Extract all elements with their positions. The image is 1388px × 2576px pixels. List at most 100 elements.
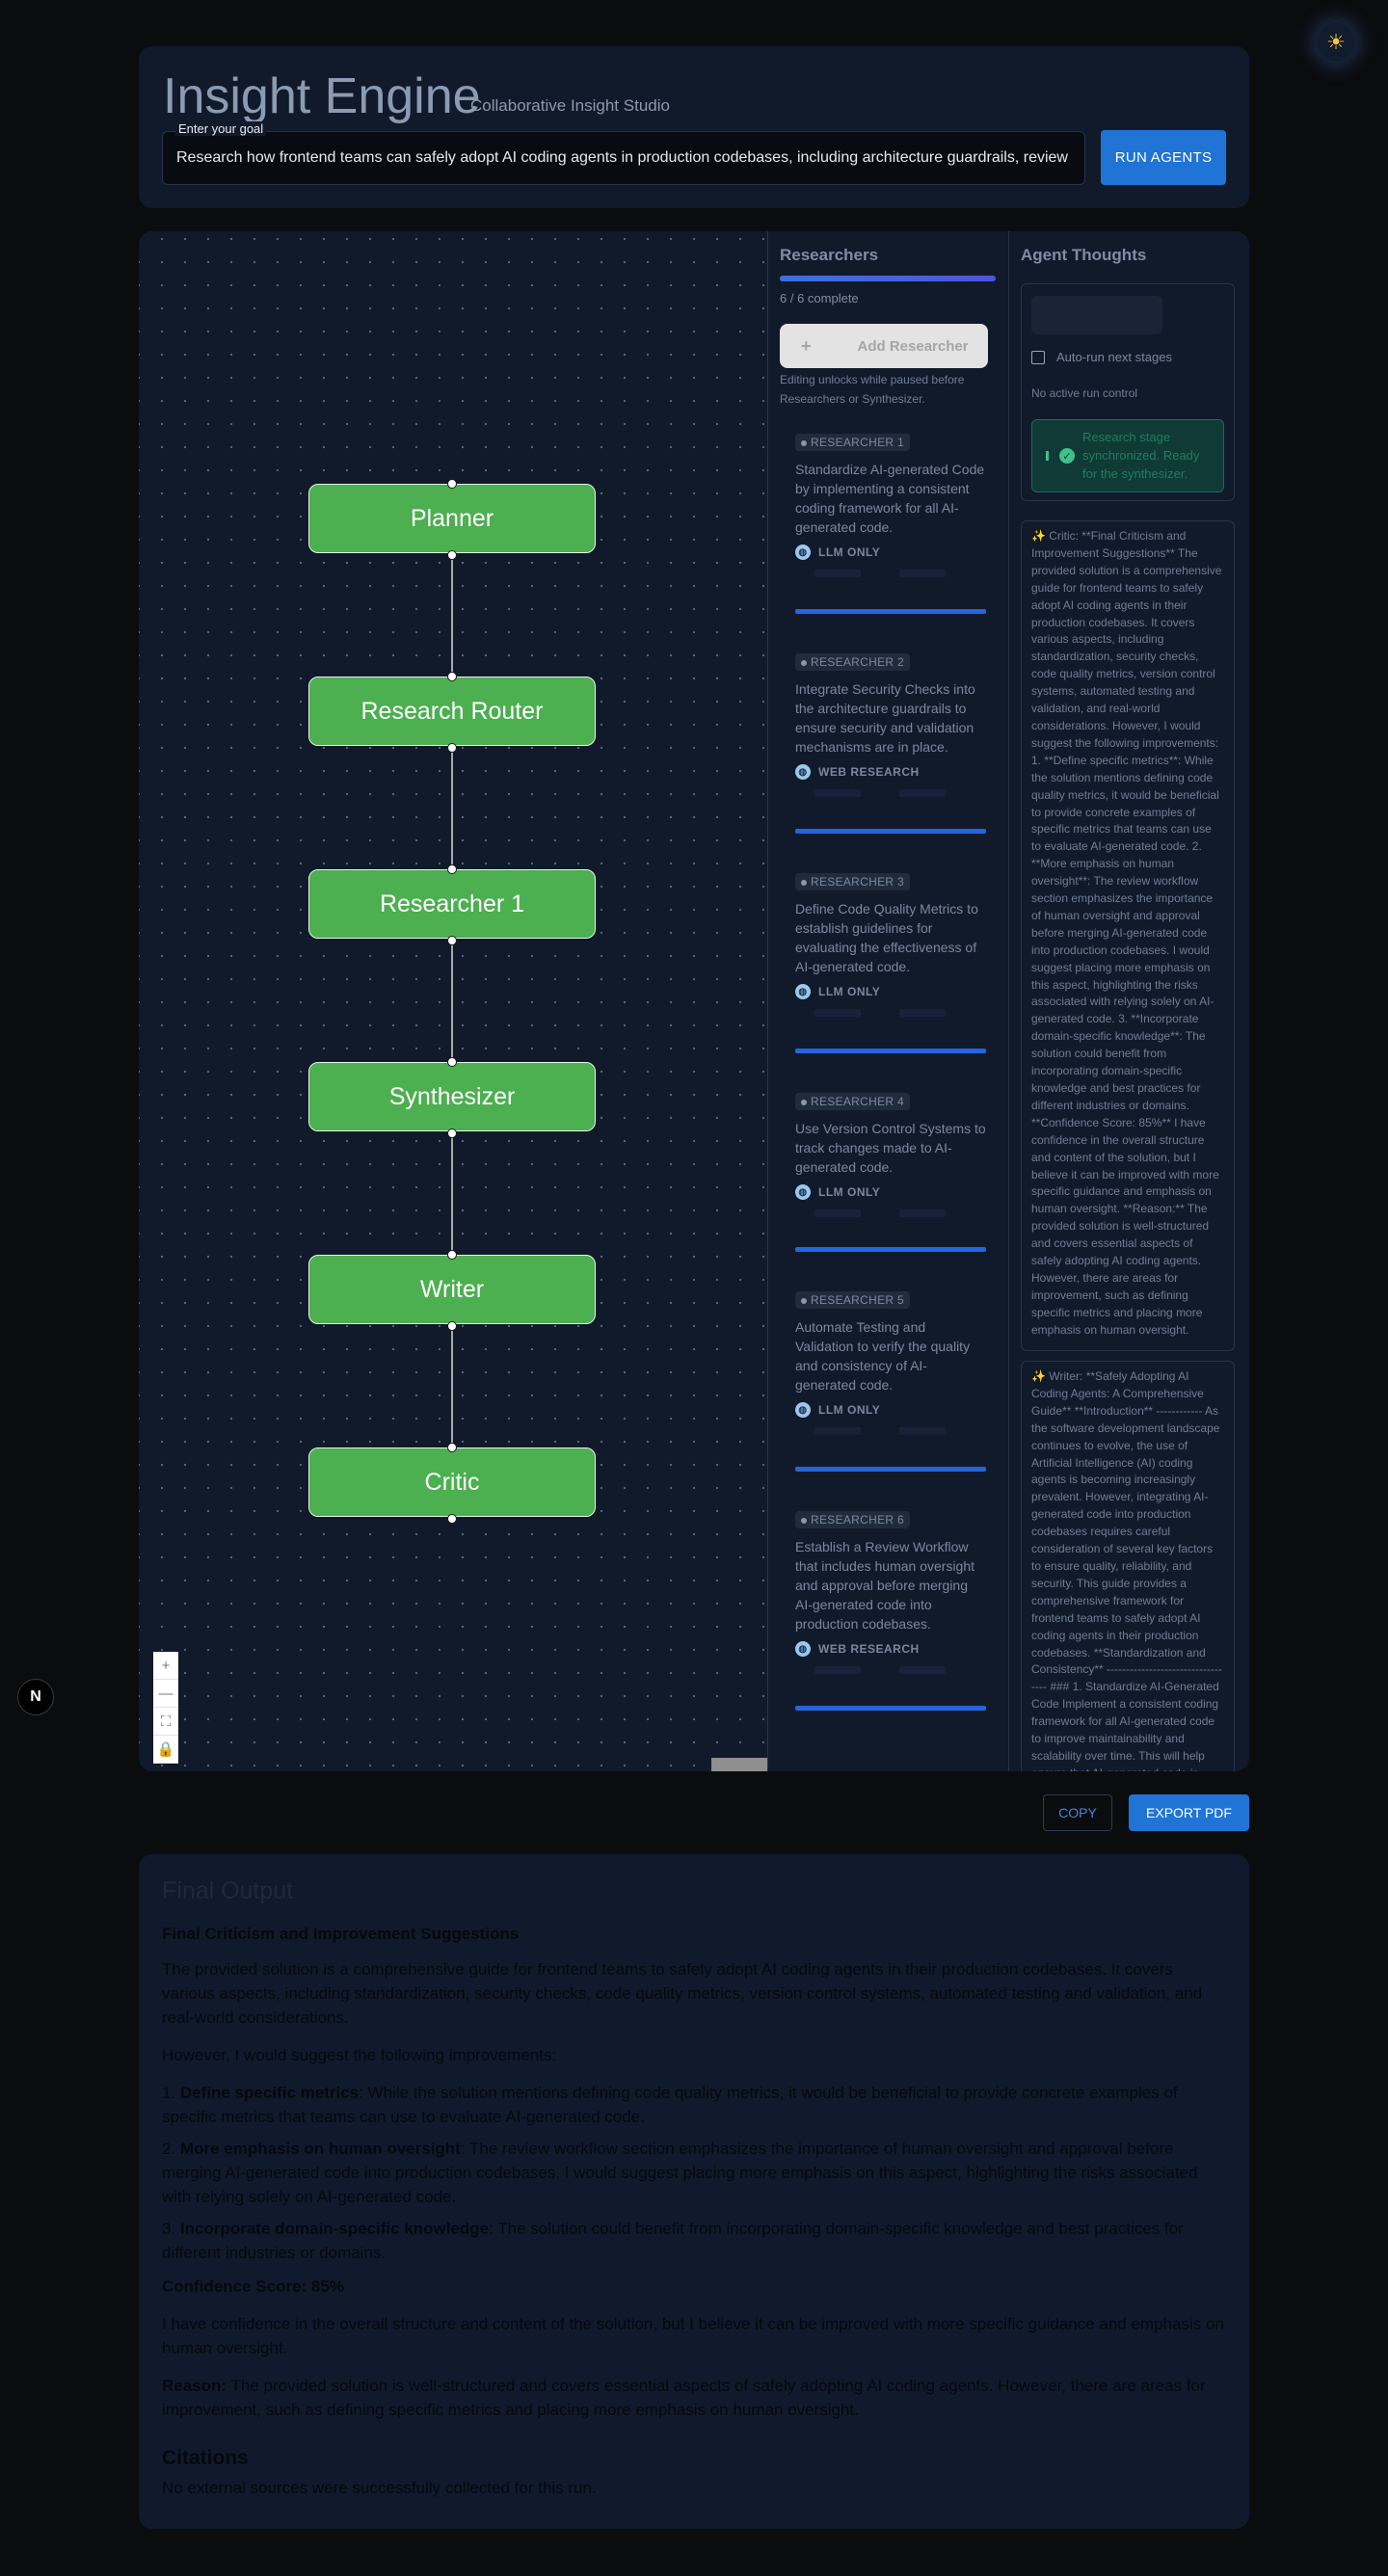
- globe-icon: ◍: [795, 984, 811, 999]
- app-subtitle: Collaborative Insight Studio: [470, 96, 670, 115]
- node-planner[interactable]: Planner: [308, 484, 596, 553]
- researcher-progress-bar: [795, 609, 986, 614]
- check-circle-icon: ✓: [1059, 448, 1075, 464]
- researcher-card[interactable]: RESEARCHER 1 Standardize AI-generated Co…: [795, 434, 986, 614]
- fit-view-icon[interactable]: ⛶: [153, 1708, 178, 1736]
- zoom-out-icon[interactable]: —: [153, 1680, 178, 1708]
- add-researcher-button[interactable]: + Add Researcher: [780, 324, 988, 368]
- list-item: Define specific metrics: While the solut…: [162, 2081, 1226, 2129]
- researcher-mode: ◍ LLM ONLY: [795, 984, 986, 999]
- node-handle-bottom[interactable]: [447, 1129, 457, 1138]
- node-researcher-1[interactable]: Researcher 1: [308, 869, 596, 939]
- flow-edges: [451, 555, 453, 1447]
- globe-icon: ◍: [795, 1641, 811, 1657]
- plus-icon: +: [801, 335, 812, 356]
- researcher-progress-bar: [795, 829, 986, 834]
- sync-message: Research stage synchronized. Ready for t…: [1082, 430, 1200, 481]
- export-pdf-button[interactable]: EXPORT PDF: [1129, 1794, 1249, 1831]
- run-control-placeholder: [1031, 296, 1162, 334]
- researcher-card[interactable]: RESEARCHER 3 Define Code Quality Metrics…: [795, 873, 986, 1053]
- researcher-task: Standardize AI-generated Code by impleme…: [795, 462, 985, 535]
- node-handle-top[interactable]: [447, 1250, 457, 1260]
- researcher-badge: RESEARCHER 5: [795, 1291, 910, 1309]
- researcher-card[interactable]: RESEARCHER 4 Use Version Control Systems…: [795, 1093, 986, 1252]
- header-panel: Insight Engine Collaborative Insight Stu…: [139, 46, 1249, 208]
- sync-status: ✓ Research stage synchronized. Ready for…: [1031, 419, 1224, 492]
- researcher-card[interactable]: RESEARCHER 6 Establish a Review Workflow…: [795, 1511, 986, 1711]
- final-lead: However, I would suggest the following i…: [162, 2046, 557, 2064]
- goal-input[interactable]: [162, 131, 1085, 185]
- researcher-badge: RESEARCHER 6: [795, 1511, 910, 1528]
- edit-note: Editing unlocks while paused before Rese…: [780, 373, 965, 406]
- node-handle-top[interactable]: [447, 1057, 457, 1067]
- reason-text: Reason: The provided solution is well-st…: [162, 2377, 1206, 2419]
- researchers-progress: [780, 276, 996, 281]
- checkbox-icon[interactable]: [1031, 350, 1045, 364]
- theme-toggle-button[interactable]: ☀: [1317, 23, 1355, 62]
- researcher-mode: ◍ LLM ONLY: [795, 1184, 986, 1200]
- agent-thoughts-panel: Agent Thoughts Auto-run next stages No a…: [1008, 231, 1249, 1771]
- researchers-panel: Researchers 6 / 6 complete + Add Researc…: [767, 231, 1008, 1771]
- researcher-card[interactable]: RESEARCHER 2 Integrate Security Checks i…: [795, 653, 986, 834]
- globe-icon: ◍: [795, 1402, 811, 1418]
- researcher-task: Integrate Security Checks into the archi…: [795, 681, 975, 755]
- final-heading: Final Criticism and Improvement Suggesti…: [162, 1925, 520, 1943]
- auto-run-label: Auto-run next stages: [1056, 350, 1172, 364]
- confidence-score: Confidence Score: 85%: [162, 2277, 344, 2296]
- researcher-task: Use Version Control Systems to track cha…: [795, 1121, 986, 1175]
- researcher-mode: ◍ WEB RESEARCH: [795, 764, 986, 780]
- run-control-box: Auto-run next stages No active run contr…: [1021, 283, 1235, 501]
- final-intro: The provided solution is a comprehensive…: [162, 1960, 1203, 2027]
- node-handle-bottom[interactable]: [447, 1514, 457, 1524]
- app-title: Insight Engine: [163, 68, 481, 124]
- node-handle-bottom[interactable]: [447, 936, 457, 945]
- researcher-progress-bar: [795, 1049, 986, 1053]
- zoom-in-icon[interactable]: +: [153, 1652, 178, 1680]
- sun-icon: ☀: [1326, 30, 1346, 54]
- final-output-panel: Final Output Final Criticism and Improve…: [139, 1854, 1249, 2529]
- auto-run-toggle[interactable]: Auto-run next stages: [1031, 350, 1172, 364]
- researchers-title: Researchers: [780, 246, 879, 264]
- globe-icon: ◍: [795, 544, 811, 560]
- node-handle-top[interactable]: [447, 672, 457, 681]
- researcher-mode: ◍ WEB RESEARCH: [795, 1641, 986, 1657]
- node-handle-top[interactable]: [447, 864, 457, 874]
- n-logo-icon[interactable]: N: [17, 1679, 54, 1715]
- researcher-card[interactable]: RESEARCHER 5 Automate Testing and Valida…: [795, 1291, 986, 1472]
- lock-icon[interactable]: 🔒: [153, 1736, 178, 1764]
- researcher-badge: RESEARCHER 4: [795, 1093, 910, 1110]
- citations-text: No external sources were successfully co…: [162, 2479, 597, 2497]
- researcher-task: Automate Testing and Validation to verif…: [795, 1319, 971, 1393]
- researcher-badge: RESEARCHER 1: [795, 434, 910, 451]
- copy-button[interactable]: COPY: [1043, 1794, 1112, 1831]
- confidence-text: I have confidence in the overall structu…: [162, 2315, 1224, 2357]
- researcher-mode: ◍ LLM ONLY: [795, 544, 986, 560]
- run-agents-button[interactable]: RUN AGENTS: [1101, 130, 1226, 185]
- researcher-progress-bar: [795, 1706, 986, 1711]
- no-run-text: No active run control: [1031, 386, 1138, 400]
- flow-canvas[interactable]: Planner Research Router Researcher 1 Syn…: [139, 231, 767, 1771]
- citations-title: Citations: [162, 2447, 249, 2469]
- globe-icon: ◍: [795, 1184, 811, 1200]
- node-writer[interactable]: Writer: [308, 1255, 596, 1324]
- node-synthesizer[interactable]: Synthesizer: [308, 1062, 596, 1131]
- researcher-badge: RESEARCHER 3: [795, 873, 910, 890]
- researcher-badge: RESEARCHER 2: [795, 653, 910, 671]
- researchers-progress-text: 6 / 6 complete: [780, 291, 859, 305]
- flow-attribution[interactable]: [711, 1758, 767, 1771]
- node-handle-bottom[interactable]: [447, 1321, 457, 1331]
- thought-critic: ✨ Critic: **Final Criticism and Improvem…: [1021, 520, 1235, 1351]
- node-handle-top[interactable]: [447, 479, 457, 489]
- node-handle-bottom[interactable]: [447, 550, 457, 560]
- researcher-mode: ◍ LLM ONLY: [795, 1402, 986, 1418]
- flow-controls: + — ⛶ 🔒: [153, 1652, 178, 1764]
- node-handle-bottom[interactable]: [447, 743, 457, 753]
- node-handle-top[interactable]: [447, 1443, 457, 1452]
- thought-writer: ✨ Writer: **Safely Adopting AI Coding Ag…: [1021, 1361, 1235, 1771]
- list-item: More emphasis on human oversight: The re…: [162, 2137, 1226, 2209]
- list-item: Incorporate domain-specific knowledge: T…: [162, 2217, 1226, 2265]
- add-researcher-label: Add Researcher: [857, 337, 969, 355]
- node-critic[interactable]: Critic: [308, 1447, 596, 1517]
- workspace-panel: Planner Research Router Researcher 1 Syn…: [139, 231, 1249, 1771]
- node-research-router[interactable]: Research Router: [308, 677, 596, 746]
